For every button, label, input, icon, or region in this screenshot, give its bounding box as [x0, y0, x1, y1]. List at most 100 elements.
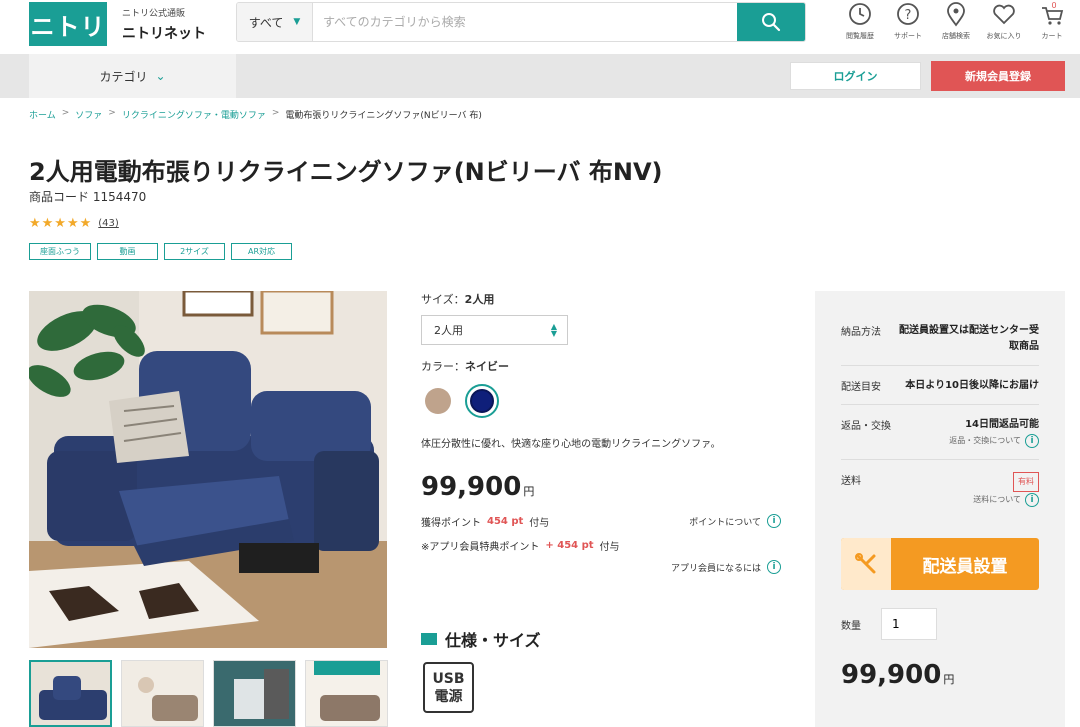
category-menu-label: カテゴリ [99, 69, 148, 84]
tag-video[interactable]: 動画 [97, 243, 158, 260]
delivery-method-value: 配送員設置又は配送センター受取商品 [899, 325, 1039, 352]
search-category-select[interactable]: すべて ▼ [237, 3, 313, 41]
color-label-value: ネイビー [465, 360, 509, 373]
app-points-suffix: 付与 [599, 541, 620, 553]
delivery-estimate-label: 配送目安 [841, 382, 881, 393]
shipping-label: 送料 [841, 476, 861, 487]
favorite-link[interactable]: お気に入り [980, 0, 1028, 41]
product-description: 体圧分散性に優れ、快適な座り心地の電動リクライニングソファ。 [421, 439, 721, 450]
color-label-text: カラー： [421, 360, 465, 373]
search-category-label: すべて [248, 15, 284, 30]
swatch-beige[interactable] [421, 384, 455, 418]
image-thumbnails [29, 660, 388, 727]
panel-price-yen: 円 [943, 673, 955, 686]
spec-icon [421, 633, 437, 645]
favorite-icon [993, 4, 1015, 25]
app-member-link[interactable]: アプリ会員になるには i [671, 560, 781, 574]
swatch-beige-dot [425, 388, 451, 414]
star-rating-icon: ★★★★★ [29, 216, 93, 231]
thumbnail-2[interactable] [121, 660, 204, 727]
size-select[interactable]: 2人用 ▲ ▼ [421, 315, 568, 345]
quantity-label: 数量 [841, 620, 861, 632]
product-title: 2人用電動布張りリクライニングソファ(Nビリーバ 布NV) [29, 158, 663, 186]
points-value: 454 pt [487, 515, 524, 527]
sofa-thumb-image [122, 661, 203, 726]
delivery-method-row: 納品方法 配送員設置又は配送センター受取商品 [841, 291, 1039, 366]
search-bar: すべて ▼ [236, 2, 806, 42]
return-value: 14日間返品可能 [965, 419, 1039, 430]
cart-count: 0 [1051, 1, 1056, 10]
cart-label: カート [1041, 32, 1063, 40]
sofa-thumb-image [214, 661, 295, 726]
review-count-link[interactable]: (43) [98, 218, 119, 229]
brand-block[interactable]: ニトリ公式通販 ニトリネット [122, 6, 206, 43]
app-member-label: アプリ会員になるには [670, 563, 761, 574]
usb-power-badge: USB 電源 [423, 662, 474, 713]
nitori-logo[interactable]: ニトリ [29, 2, 107, 46]
history-link[interactable]: 閲覧履歴 [836, 0, 884, 41]
support-label: サポート [894, 32, 922, 40]
brand-name: ニトリネット [122, 26, 206, 42]
cart-link[interactable]: 0 カート [1028, 0, 1076, 41]
swatch-navy-dot [470, 389, 494, 413]
tag-seat-firmness[interactable]: 座面ふつう [29, 243, 91, 260]
breadcrumb: ホーム > ソファ > リクライニングソファ・電動ソファ > 電動布張りリクライ… [29, 108, 482, 121]
tools-icon [841, 538, 891, 590]
shipping-info-label: 送料について [973, 495, 1021, 504]
sub-navigation: カテゴリ ⌄ ログイン 新規会員登録 [0, 54, 1080, 98]
price-value: 99,900 [421, 472, 522, 502]
points-about-link[interactable]: ポイントについて i [689, 514, 781, 528]
breadcrumb-recliner[interactable]: リクライニングソファ・電動ソファ [122, 108, 266, 121]
spec-title: 仕様・サイズ [445, 631, 541, 650]
info-icon: i [1025, 493, 1039, 507]
swatch-navy[interactable] [465, 384, 499, 418]
delivery-install-button[interactable]: 配送員設置 [841, 538, 1039, 590]
login-button[interactable]: ログイン [790, 62, 921, 90]
shipping-info-link[interactable]: 送料について i [892, 492, 1039, 508]
return-info-label: 返品・交換について [949, 436, 1021, 445]
site-header: ニトリ ニトリ公式通販 ニトリネット すべて ▼ 閲覧履歴 ? [0, 0, 1080, 54]
quantity-row: 数量 [841, 608, 1039, 640]
cart-icon: 0 [1042, 1, 1064, 25]
delivery-estimate-row: 配送目安 本日より10日後以降にお届け [841, 366, 1039, 405]
tag-ar[interactable]: AR対応 [231, 243, 292, 260]
price-yen: 円 [523, 485, 535, 498]
app-points-label: ※アプリ会員特典ポイント [421, 541, 540, 553]
register-button[interactable]: 新規会員登録 [931, 61, 1065, 91]
info-icon: i [767, 514, 781, 528]
delivery-method-label: 納品方法 [841, 327, 881, 338]
breadcrumb-separator: > [108, 108, 116, 118]
size-label-value: 2人用 [464, 293, 495, 306]
shipping-fee-badge: 有料 [1013, 472, 1039, 492]
support-link[interactable]: ? サポート [884, 0, 932, 41]
search-input[interactable] [313, 3, 737, 41]
tag-sizes[interactable]: 2サイズ [164, 243, 225, 260]
sofa-thumb-image [306, 661, 387, 726]
thumbnail-3[interactable] [213, 660, 296, 727]
color-swatches [421, 384, 781, 418]
store-label: 店舗検索 [942, 32, 970, 40]
breadcrumb-home[interactable]: ホーム [29, 108, 56, 121]
return-info-link[interactable]: 返品・交換について i [892, 433, 1039, 449]
product-code-value: 1154470 [92, 190, 147, 204]
breadcrumb-sofa[interactable]: ソファ [75, 108, 102, 121]
panel-price-value: 99,900 [841, 660, 942, 690]
updown-icon: ▲ ▼ [550, 322, 557, 338]
size-select-value: 2人用 [434, 324, 463, 337]
usb-line2: 電源 [434, 688, 463, 705]
thumbnail-1[interactable] [29, 660, 112, 727]
points-row: 獲得ポイント 454 pt 付与 ポイントについて i [421, 512, 781, 530]
delivery-estimate-value: 本日より10日後以降にお届け [905, 380, 1039, 391]
app-points-value: + 454 pt [545, 539, 594, 551]
breadcrumb-current: 電動布張りリクライニングソファ(Nビリーバ 布) [285, 111, 482, 121]
category-menu-button[interactable]: カテゴリ ⌄ [29, 54, 236, 98]
search-button[interactable] [737, 3, 805, 41]
sofa-photo [29, 291, 387, 648]
header-icons: 閲覧履歴 ? サポート 店舗検索 お気に入り 0 カート [836, 0, 1076, 41]
product-main-image[interactable] [29, 291, 387, 648]
store-link[interactable]: 店舗検索 [932, 0, 980, 41]
rating: ★★★★★ (43) [29, 216, 119, 231]
quantity-input[interactable] [881, 608, 937, 640]
support-icon: ? [897, 3, 919, 25]
thumbnail-4[interactable] [305, 660, 388, 727]
